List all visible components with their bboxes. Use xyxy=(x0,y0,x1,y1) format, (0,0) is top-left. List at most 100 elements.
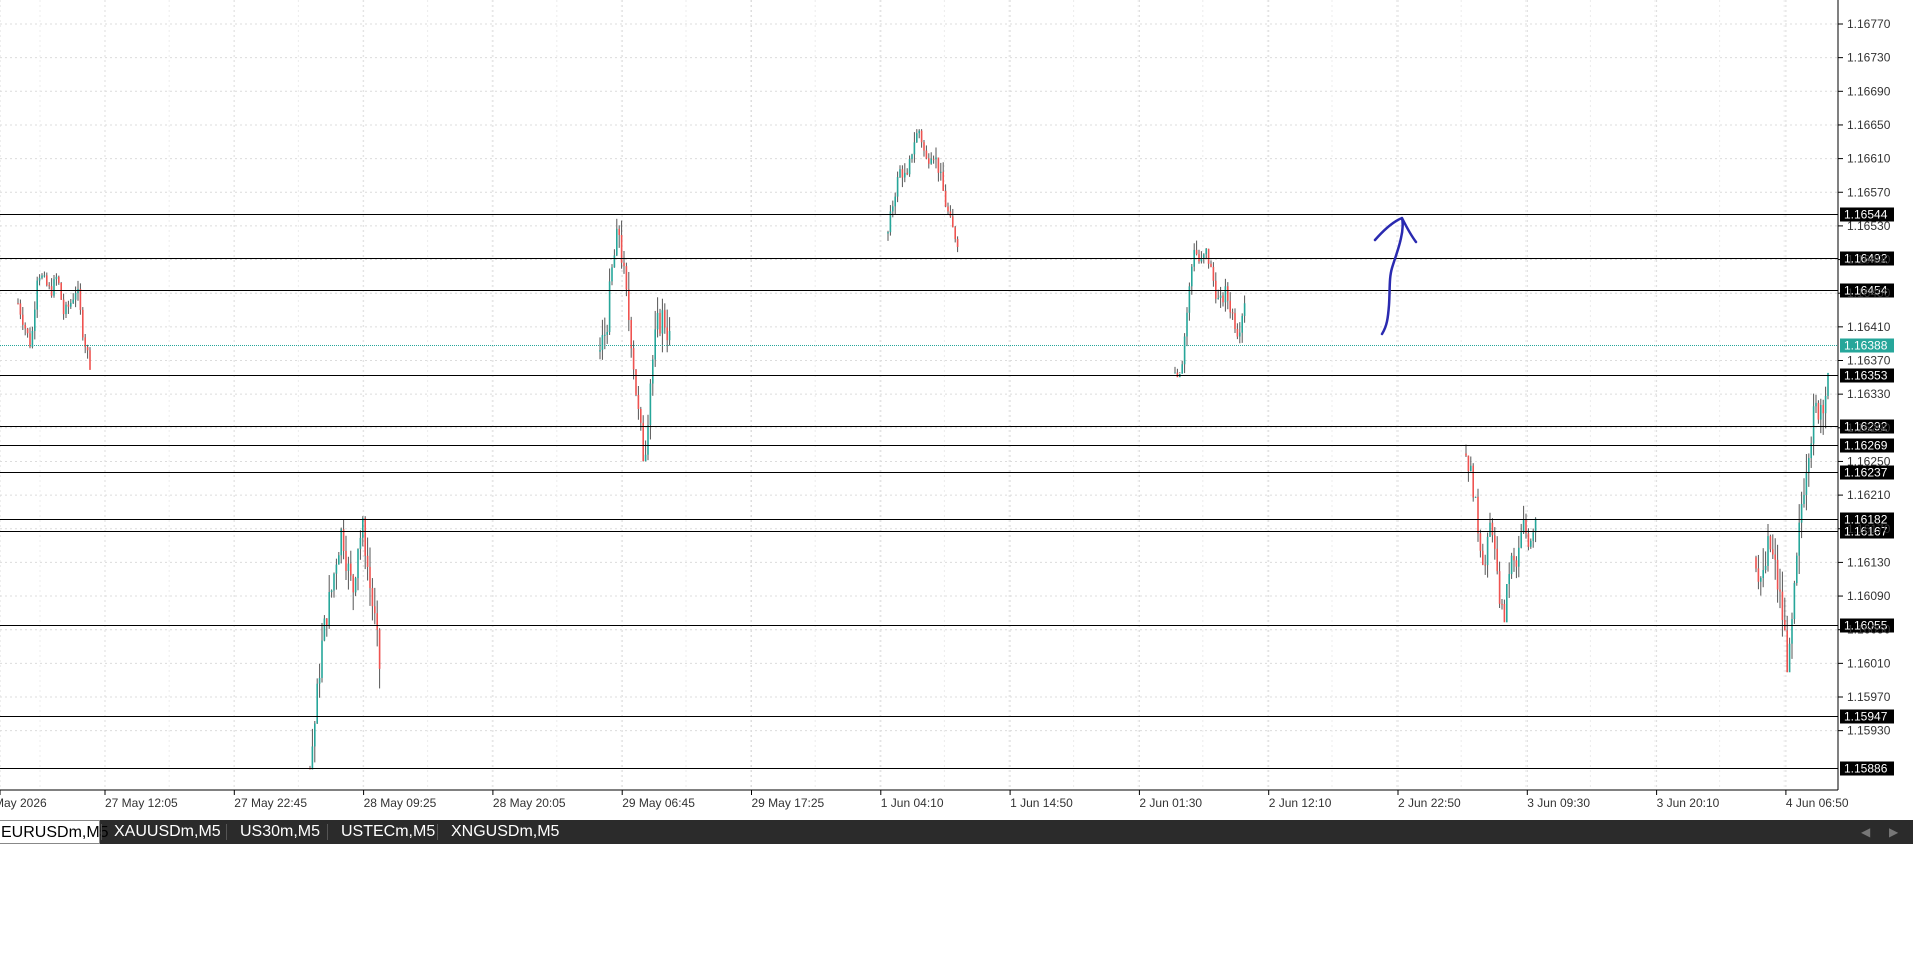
candle-body xyxy=(1788,643,1791,673)
candle-body xyxy=(1195,249,1198,255)
candle-body xyxy=(26,328,29,334)
tab-ustecm-m5[interactable]: USTECm,M5 xyxy=(341,820,435,844)
candle-body xyxy=(1474,496,1477,498)
candle-body xyxy=(1200,258,1203,262)
candle-body xyxy=(613,255,616,268)
candle-body xyxy=(616,228,618,256)
x-tick-label: 28 May 20:05 xyxy=(493,796,566,810)
scroll-left-icon[interactable]: ◀ xyxy=(1861,820,1870,844)
x-tick-label: 3 Jun 09:30 xyxy=(1527,796,1590,810)
candle-body xyxy=(1776,559,1779,590)
candle-body xyxy=(1191,266,1193,287)
chart-grid xyxy=(0,0,1838,790)
candle-body xyxy=(316,683,318,724)
candle-body xyxy=(1207,248,1210,264)
candle-body xyxy=(1205,248,1207,255)
candle-body xyxy=(1808,458,1810,473)
x-tick-label: 28 May 09:25 xyxy=(364,796,437,810)
candle-body xyxy=(599,350,601,352)
candle-body xyxy=(1494,535,1496,549)
candle-body xyxy=(937,157,940,173)
candle-body xyxy=(916,133,918,143)
candle-body xyxy=(1518,547,1520,567)
candle-body xyxy=(956,239,959,247)
candle-body xyxy=(918,130,920,134)
candle-body xyxy=(1231,312,1234,314)
candles-layer xyxy=(17,129,1829,770)
candle-body xyxy=(1186,312,1188,337)
candle-body xyxy=(1479,533,1482,551)
candle-body xyxy=(1198,254,1200,262)
candle-body xyxy=(36,280,38,310)
candle-body xyxy=(74,293,77,300)
y-tick-label: 1.16170 xyxy=(1847,522,1891,536)
candle-body xyxy=(1470,465,1472,472)
y-tick-label: 1.16010 xyxy=(1847,656,1891,670)
current-price-label: 1.16388 xyxy=(1844,339,1888,353)
hand-drawn-arrow-annotation[interactable] xyxy=(1373,216,1418,336)
candle-body xyxy=(1477,496,1479,534)
candle-body xyxy=(67,304,70,307)
candle-body xyxy=(89,350,91,370)
candle-body xyxy=(1236,328,1239,337)
x-tick-label: May 2026 xyxy=(0,796,47,810)
candle-body xyxy=(1203,254,1205,259)
candle-body xyxy=(335,564,338,574)
candle-body xyxy=(628,289,630,321)
candle-body xyxy=(357,548,359,579)
price-chart[interactable]: 1.165441.164921.164541.163531.162921.162… xyxy=(0,0,1913,820)
candle-body xyxy=(1503,604,1506,623)
x-tick-label: 2 Jun 22:50 xyxy=(1398,796,1461,810)
candle-body xyxy=(635,369,637,395)
candle-body xyxy=(647,425,649,455)
candle-body xyxy=(935,157,937,160)
candle-body xyxy=(70,302,72,307)
candle-body xyxy=(654,329,656,360)
tab-xauusdm-m5[interactable]: XAUUSDm,M5 xyxy=(114,820,221,844)
y-tick-label: 1.16570 xyxy=(1847,185,1891,199)
y-tick-label: 1.16090 xyxy=(1847,589,1891,603)
candle-body xyxy=(940,171,942,173)
candle-body xyxy=(1217,297,1219,299)
candle-body xyxy=(1520,532,1522,548)
candle-body xyxy=(369,566,371,589)
candle-body xyxy=(1779,589,1781,592)
time-axis[interactable]: May 2026 27 May 12:05 27 May 22:45 28 May 0… xyxy=(0,790,1849,810)
candle-body xyxy=(604,334,606,336)
candle-body xyxy=(1510,555,1513,575)
candle-body xyxy=(1812,406,1815,444)
candle-body xyxy=(1805,472,1808,495)
candle-body xyxy=(906,172,908,175)
candle-body xyxy=(1467,455,1470,472)
candle-body xyxy=(1772,549,1774,555)
candle-body xyxy=(1827,372,1829,396)
candle-body xyxy=(1755,557,1757,569)
candle-body xyxy=(1491,522,1494,536)
candle-body xyxy=(944,190,947,207)
x-tick-label: 2 Jun 12:10 xyxy=(1269,796,1332,810)
tab-separator xyxy=(226,824,227,840)
candle-body xyxy=(318,677,321,684)
candle-body xyxy=(1796,555,1798,584)
scroll-right-icon[interactable]: ▶ xyxy=(1889,820,1898,844)
candle-body xyxy=(666,327,668,341)
tab-us30m-m5[interactable]: US30m,M5 xyxy=(240,820,320,844)
tab-xngusdm-m5[interactable]: XNGUSDm,M5 xyxy=(451,820,559,844)
candle-body xyxy=(311,746,314,770)
tab-eurusdm-m5[interactable]: EURUSDm,M5 xyxy=(0,820,109,844)
candle-body xyxy=(72,299,74,303)
y-tick-label: 1.16250 xyxy=(1847,454,1891,468)
y-tick-label: 1.16690 xyxy=(1847,84,1891,98)
candle-body xyxy=(347,563,350,571)
candle-body xyxy=(29,333,31,347)
candle-body xyxy=(644,454,647,462)
candle-body xyxy=(342,529,345,551)
candle-body xyxy=(31,330,34,347)
candle-body xyxy=(1229,300,1231,313)
y-tick-label: 1.16050 xyxy=(1847,623,1891,637)
candle-body xyxy=(55,276,58,280)
candle-body xyxy=(1501,603,1503,605)
candle-body xyxy=(1234,313,1236,329)
candle-body xyxy=(630,320,632,349)
candle-body xyxy=(947,206,949,212)
